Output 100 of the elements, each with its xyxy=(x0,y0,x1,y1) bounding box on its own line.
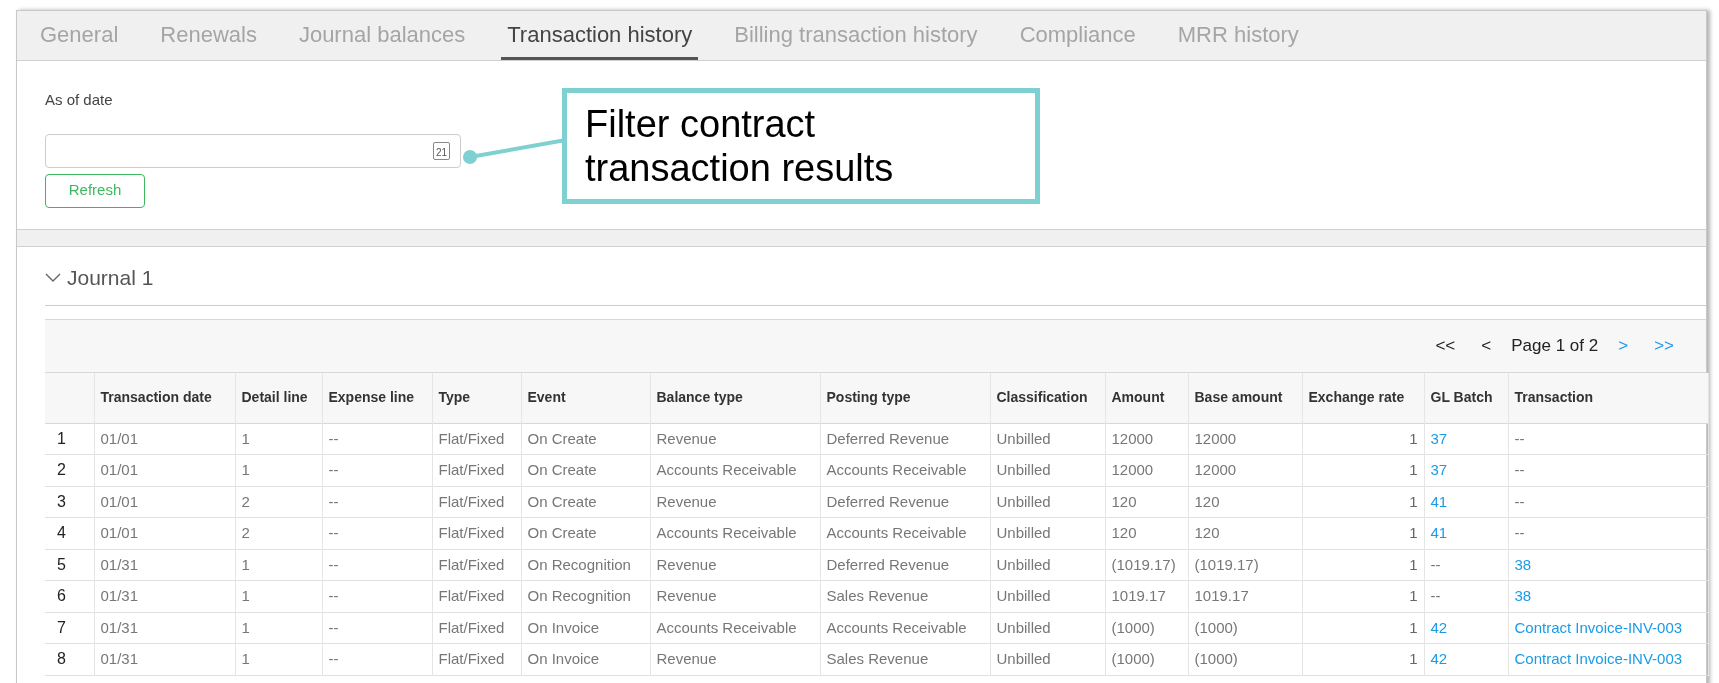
column-header: Balance type xyxy=(650,373,820,423)
table-cell: Accounts Receivable xyxy=(656,618,797,636)
row-number: 8 xyxy=(57,650,66,668)
table-cell: 1 xyxy=(241,587,250,604)
table-cell: -- xyxy=(1514,492,1525,510)
table-cell: 1 xyxy=(241,429,250,447)
table-cell-text: 1 xyxy=(1408,428,1418,449)
table-cell: Unbilled xyxy=(996,650,1051,667)
table-cell-text: 1 xyxy=(1408,491,1418,512)
table-cell: Unbilled xyxy=(996,492,1051,510)
calendar-icon[interactable]: 21 xyxy=(433,141,450,160)
table-cell: Flat/Fixed xyxy=(438,492,505,510)
table-cell: -- xyxy=(1430,555,1441,573)
table-cell: Accounts Receivable xyxy=(826,461,967,478)
table-cell: 12000 xyxy=(1194,461,1237,478)
row-number: 4 xyxy=(57,524,66,542)
table-cell: Deferred Revenue xyxy=(826,429,950,447)
table-cell: -- xyxy=(328,587,339,604)
table-link[interactable]: 42 xyxy=(1430,618,1448,636)
table-cell: Flat/Fixed xyxy=(438,461,505,478)
tab[interactable]: Compliance xyxy=(1013,18,1142,60)
table-cell: -- xyxy=(328,492,339,510)
table-cell: (1000) xyxy=(1194,650,1238,667)
table-cell: Accounts Receivable xyxy=(656,524,797,541)
table-cell: Unbilled xyxy=(996,555,1051,573)
row-number: 1 xyxy=(57,429,66,447)
table-cell: 01/31 xyxy=(100,650,139,667)
table-cell-text: 1 xyxy=(1408,617,1418,638)
table-cell-text: 1 xyxy=(1408,649,1418,669)
table-cell: 2 xyxy=(241,492,250,510)
table-link[interactable]: 38 xyxy=(1514,555,1532,573)
table-cell: Revenue xyxy=(656,555,717,573)
table-cell: Sales Revenue xyxy=(826,587,929,604)
table-cell: 12000 xyxy=(1194,429,1237,447)
table-link[interactable]: 37 xyxy=(1430,461,1448,478)
table-cell: 120 xyxy=(1111,524,1137,541)
tab[interactable]: Journal balances xyxy=(292,18,472,60)
table-cell: Flat/Fixed xyxy=(438,429,505,447)
column-header: Transaction date xyxy=(94,373,235,423)
table-cell: 01/31 xyxy=(100,587,139,604)
table-cell: (1000) xyxy=(1194,618,1238,636)
row-number: 5 xyxy=(57,555,66,573)
table-link[interactable]: Contract Invoice-INV-003 xyxy=(1514,618,1683,636)
tab[interactable]: Renewals xyxy=(154,18,263,60)
column-header: Amount xyxy=(1105,373,1188,423)
table-cell: On Create xyxy=(527,492,597,510)
table-cell: 2 xyxy=(241,524,250,541)
table-cell: Revenue xyxy=(656,492,717,510)
table-cell: Unbilled xyxy=(996,524,1051,541)
table-cell: On Invoice xyxy=(527,650,600,667)
journal-toggle[interactable]: Journal 1 xyxy=(45,247,154,305)
table-cell: (1000) xyxy=(1111,618,1155,636)
table-cell: Sales Revenue xyxy=(826,650,929,667)
table-cell: 1 xyxy=(241,618,250,636)
table-cell: Flat/Fixed xyxy=(438,587,505,604)
table-cell: Flat/Fixed xyxy=(438,524,505,541)
page-button[interactable]: > xyxy=(1612,333,1635,359)
table-cell: (1019.17) xyxy=(1194,555,1259,573)
tab[interactable]: General xyxy=(34,18,125,60)
field-label: As of date xyxy=(45,90,114,110)
table-cell: Deferred Revenue xyxy=(826,555,950,573)
date-field[interactable]: 21 xyxy=(45,133,461,168)
table-cell: 01/31 xyxy=(100,618,139,636)
table-cell: 1 xyxy=(241,461,250,478)
column-header: Type xyxy=(432,373,521,423)
table-cell: Revenue xyxy=(656,650,717,667)
table-cell-text: 1 xyxy=(1408,586,1418,606)
tab[interactable]: MRR history xyxy=(1171,18,1305,60)
table-cell: Revenue xyxy=(656,587,717,604)
table-cell: (1019.17) xyxy=(1111,555,1176,573)
table-cell: Flat/Fixed xyxy=(438,618,505,636)
table-cell: On Recognition xyxy=(527,587,631,604)
table-cell: 01/31 xyxy=(100,555,139,573)
table-cell: 120 xyxy=(1194,524,1220,541)
table-link[interactable]: 42 xyxy=(1430,650,1448,667)
column-header: Event xyxy=(521,373,650,423)
table-cell: Unbilled xyxy=(996,429,1051,447)
table-link[interactable]: Contract Invoice-INV-003 xyxy=(1514,650,1683,667)
table-cell: Unbilled xyxy=(996,587,1051,604)
table-cell: On Create xyxy=(527,524,597,541)
table-cell: 12000 xyxy=(1111,461,1154,478)
table-link[interactable]: 41 xyxy=(1430,524,1448,541)
table-cell: Flat/Fixed xyxy=(438,650,505,667)
refresh-button[interactable]: Refresh xyxy=(45,173,145,208)
row-number: 7 xyxy=(57,618,66,636)
table-link[interactable]: 41 xyxy=(1430,492,1448,510)
page-button[interactable]: >> xyxy=(1648,333,1680,359)
table-cell: Accounts Receivable xyxy=(656,461,797,478)
table-cell-text: 1 xyxy=(1408,460,1418,480)
tab[interactable]: Billing transaction history xyxy=(728,18,984,60)
table-cell: -- xyxy=(328,618,339,636)
table-link[interactable]: 37 xyxy=(1430,429,1448,447)
table-link[interactable]: 38 xyxy=(1514,587,1532,604)
row-number: 6 xyxy=(57,587,66,605)
column-header: Posting type xyxy=(820,373,990,423)
table-cell: Revenue xyxy=(656,429,717,447)
page-indicator: Page 1 of 2 xyxy=(1511,335,1599,358)
table-cell: 1019.17 xyxy=(1194,587,1249,604)
table-cell: Accounts Receivable xyxy=(826,618,967,636)
row-number: 2 xyxy=(57,461,66,479)
